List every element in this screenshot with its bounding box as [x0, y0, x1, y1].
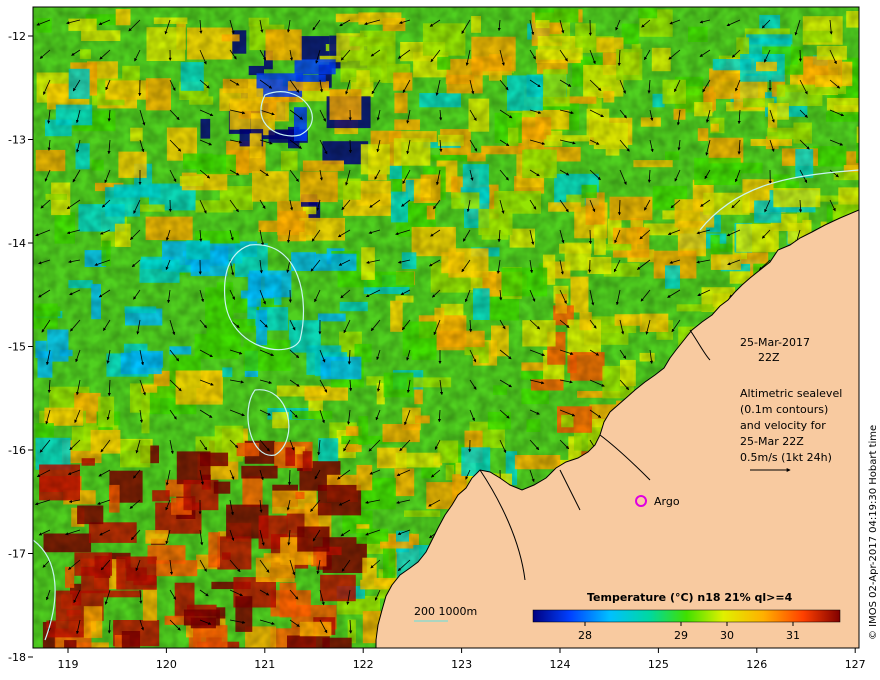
lat-tick-label: -14: [8, 237, 26, 250]
lat-tick-label: -13: [8, 134, 26, 147]
longitude-axis: 119 120 121 122 123 124 125 126 127: [58, 648, 866, 671]
lat-tick-label: -17: [8, 548, 26, 561]
desc-line-3: and velocity for: [740, 419, 826, 432]
argo-label: Argo: [654, 495, 680, 508]
lat-tick-label: -18: [8, 651, 26, 664]
desc-line-1: Altimetric sealevel: [740, 387, 842, 400]
velocity-arrow: [588, 229, 593, 245]
lon-tick-label: 123: [451, 658, 472, 671]
lon-tick-label: 120: [156, 658, 177, 671]
lat-tick-label: -12: [8, 30, 26, 43]
colorbar-title: Temperature (°C) n18 21% ql>=4: [587, 591, 793, 604]
latitude-axis: -12 -13 -14 -15 -16 -17 -18: [8, 30, 33, 664]
lon-tick-label: 121: [254, 658, 275, 671]
desc-line-4: 25-Mar 22Z: [740, 435, 804, 448]
lon-tick-label: 127: [845, 658, 866, 671]
colorbar-tick-label: 29: [674, 629, 688, 642]
lat-tick-label: -16: [8, 444, 26, 457]
sst-patch: [468, 646, 512, 648]
sst-patch: [762, 647, 808, 648]
velocity-arrow: [348, 139, 352, 154]
colorbar-tick-label: 31: [786, 629, 800, 642]
colorbar-tick-label: 28: [578, 629, 592, 642]
sst-map: 119 120 121 122 123 124 125 126 127 -12 -13 -14 -15…: [8, 6, 879, 671]
lon-tick-label: 119: [58, 658, 79, 671]
colorbar-tick-label: 30: [720, 629, 734, 642]
date-label: 25-Mar-2017: [740, 336, 810, 349]
bathymetry-label: 200 1000m: [414, 605, 477, 618]
credit-text: © IMOS 02-Apr-2017 04:19:30 Hobart time: [868, 425, 879, 640]
lat-tick-label: -15: [8, 341, 26, 354]
lon-tick-label: 125: [648, 658, 669, 671]
lon-tick-label: 122: [353, 658, 374, 671]
desc-line-2: (0.1m contours): [740, 403, 828, 416]
desc-line-5: 0.5m/s (1kt 24h): [740, 451, 832, 464]
time-label: 22Z: [758, 351, 780, 364]
lon-tick-label: 126: [746, 658, 767, 671]
lon-tick-label: 124: [550, 658, 571, 671]
colorbar-gradient: [532, 609, 841, 623]
velocity-arrow: [798, 49, 802, 62]
